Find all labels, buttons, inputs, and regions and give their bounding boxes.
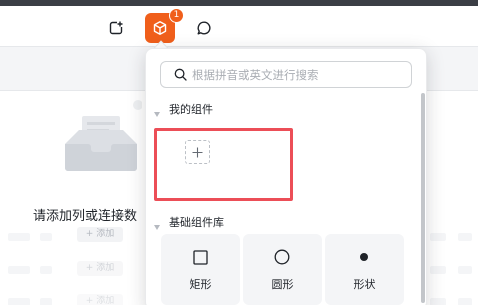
add-square-icon	[108, 20, 124, 36]
basic-library-title: 基础组件库	[169, 216, 224, 229]
add-my-component-button[interactable]	[185, 140, 210, 164]
empty-inbox-illustration	[62, 92, 143, 172]
comment-button[interactable]	[189, 13, 219, 43]
toolbar	[0, 6, 478, 46]
empty-state-text: 请添加列或连接数	[33, 209, 138, 224]
my-components-header[interactable]: 我的组件	[154, 101, 213, 117]
circle-icon	[273, 248, 291, 266]
components-count-badge: 1	[169, 8, 184, 23]
my-components-highlight	[154, 128, 293, 201]
popover-scrollbar[interactable]	[421, 93, 425, 303]
basic-library-header[interactable]: 基础组件库	[154, 214, 224, 230]
caret-down-icon	[154, 107, 160, 117]
component-search-box[interactable]	[160, 61, 412, 88]
add-component-button[interactable]	[101, 13, 131, 43]
component-search-input[interactable]	[192, 67, 411, 82]
my-components-title: 我的组件	[169, 103, 213, 116]
dot-icon	[355, 248, 373, 266]
add-row-button[interactable]: + 添加	[77, 294, 123, 305]
rectangle-icon	[191, 248, 209, 266]
shape-card-rectangle[interactable]: 矩形	[161, 234, 240, 305]
shape-card-shape[interactable]: 形状	[325, 234, 404, 305]
search-icon	[172, 67, 188, 83]
shape-card-circle[interactable]: 圆形	[243, 234, 322, 305]
shape-label: 形状	[353, 278, 376, 291]
component-library-popover: 我的组件 基础组件库 矩形 圆形 形状	[145, 48, 427, 305]
cube-icon	[152, 20, 168, 36]
shape-label: 矩形	[189, 278, 212, 291]
add-row-button[interactable]: + 添加	[77, 261, 123, 276]
caret-down-icon	[154, 220, 160, 230]
chat-bubble-icon	[196, 20, 212, 36]
add-row-button[interactable]: + 添加	[77, 227, 123, 242]
plus-icon	[192, 143, 203, 162]
shape-label: 圆形	[271, 278, 294, 291]
